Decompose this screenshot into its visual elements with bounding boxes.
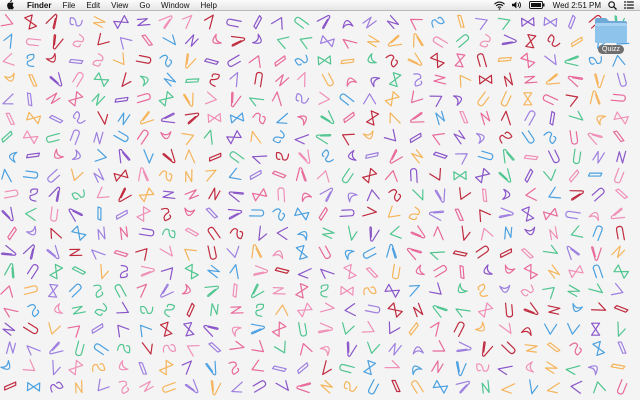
apple-menu-icon[interactable] [6, 0, 15, 10]
menu-finder[interactable]: Finder [27, 0, 51, 11]
menu-bar: Finder File Edit View Go Window Help Wed… [0, 0, 640, 11]
wifi-icon[interactable] [493, 0, 505, 10]
battery-icon[interactable] [528, 0, 545, 10]
paperclip-wallpaper [0, 0, 640, 400]
menu-view[interactable]: View [111, 0, 128, 11]
menu-bar-clock[interactable]: Wed 2:51 PM [553, 0, 601, 11]
folder-label: Quizz [598, 45, 624, 54]
desktop-folder-quizz[interactable]: Quizz [589, 16, 633, 62]
notification-center-icon[interactable] [624, 0, 634, 10]
menu-help[interactable]: Help [200, 0, 216, 11]
menu-window[interactable]: Window [161, 0, 189, 11]
menu-go[interactable]: Go [139, 0, 150, 11]
menu-edit[interactable]: Edit [86, 0, 100, 11]
folder-icon [595, 18, 627, 43]
spotlight-search-icon[interactable] [608, 0, 617, 10]
volume-icon[interactable] [511, 0, 522, 10]
menu-file[interactable]: File [62, 0, 75, 11]
desktop[interactable]: Finder File Edit View Go Window Help Wed… [0, 0, 640, 400]
